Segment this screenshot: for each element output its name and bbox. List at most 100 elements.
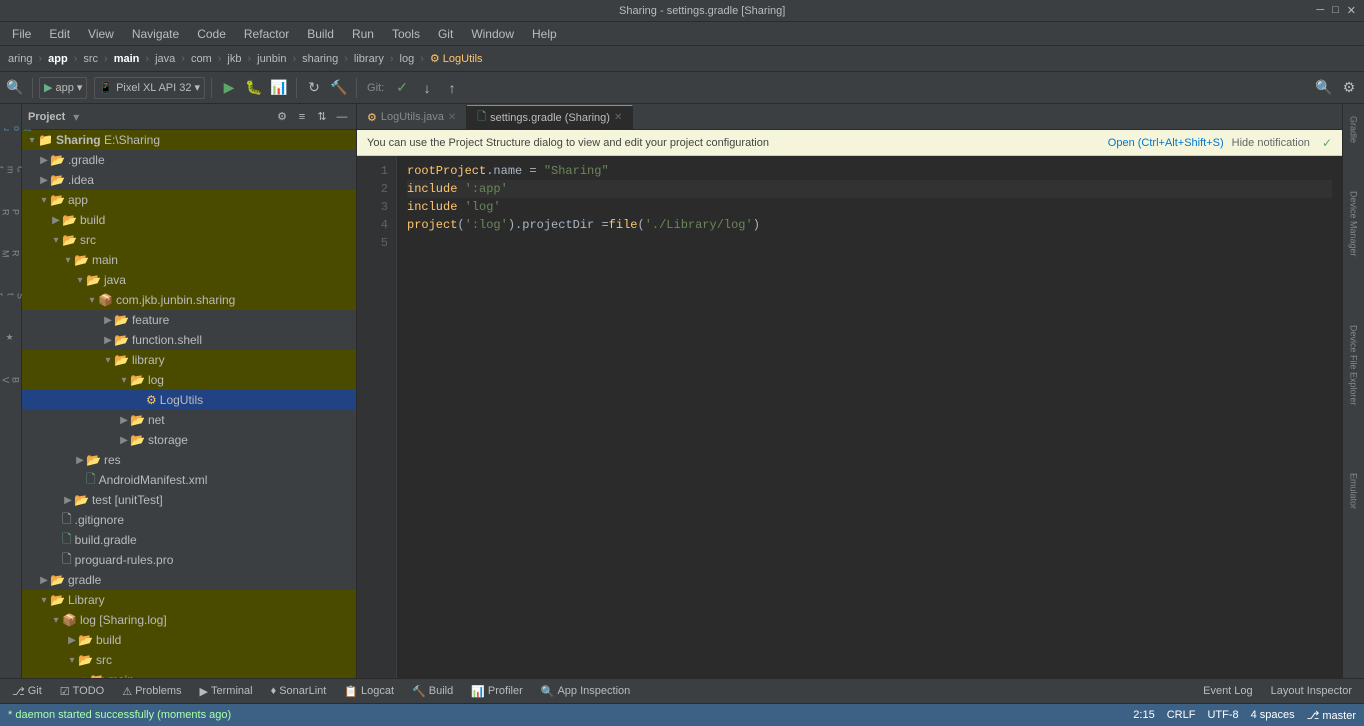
tree-item-build-gradle[interactable]: 🗋 build.gradle: [22, 530, 356, 550]
right-icon-device-manager[interactable]: Device Manager: [1345, 183, 1363, 265]
nav-jkb[interactable]: jkb: [223, 52, 245, 66]
left-icon-project[interactable]: Proj: [1, 108, 21, 148]
tree-item-gradle[interactable]: ▶ 📂 .gradle: [22, 150, 356, 170]
git-pull-button[interactable]: ↓: [416, 77, 438, 99]
indent-setting[interactable]: 4 spaces: [1251, 709, 1295, 721]
tree-item-log[interactable]: ▾ 📂 log: [22, 370, 356, 390]
bottom-btn-sonarlint[interactable]: ♦ SonarLint: [263, 683, 335, 699]
sidebar-expand-btn[interactable]: ⇅: [314, 109, 330, 125]
tree-item-proguard[interactable]: 🗋 proguard-rules.pro: [22, 550, 356, 570]
left-icon-structure[interactable]: Str: [1, 276, 21, 316]
menu-build[interactable]: Build: [299, 25, 342, 43]
tree-item-src[interactable]: ▾ 📂 src: [22, 230, 356, 250]
menu-view[interactable]: View: [80, 25, 122, 43]
tab-close-settings[interactable]: ✕: [614, 112, 622, 123]
cursor-position[interactable]: 2:15: [1133, 709, 1154, 721]
tree-item-build[interactable]: ▶ 📂 build: [22, 210, 356, 230]
tree-item-java[interactable]: ▾ 📂 java: [22, 270, 356, 290]
run-config-dropdown[interactable]: ▶ app ▾: [39, 77, 87, 99]
tree-item-storage[interactable]: ▶ 📂 storage: [22, 430, 356, 450]
tree-item-feature[interactable]: ▶ 📂 feature: [22, 310, 356, 330]
bottom-btn-eventlog[interactable]: Event Log: [1195, 683, 1261, 699]
menu-file[interactable]: File: [4, 25, 39, 43]
tree-item-logutils[interactable]: ⚙ LogUtils: [22, 390, 356, 410]
menu-refactor[interactable]: Refactor: [236, 25, 297, 43]
nav-main[interactable]: main: [110, 52, 144, 66]
sync-button[interactable]: ↻: [303, 77, 325, 99]
menu-code[interactable]: Code: [189, 25, 234, 43]
git-check-button[interactable]: ✓: [391, 77, 413, 99]
search-everywhere-btn[interactable]: 🔍: [1313, 77, 1335, 99]
toolbar-search-btn[interactable]: 🔍: [4, 77, 26, 99]
git-branch[interactable]: ⎇ master: [1307, 709, 1356, 722]
bottom-btn-profiler[interactable]: 📊 Profiler: [463, 683, 531, 700]
maximize-button[interactable]: □: [1332, 4, 1339, 17]
tree-item-gitignore[interactable]: 🗋 .gitignore: [22, 510, 356, 530]
code-editor[interactable]: 1 2 3 4 5 rootProject.name = "Sharing" i…: [357, 156, 1342, 678]
tree-item-idea[interactable]: ▶ 📂 .idea: [22, 170, 356, 190]
tree-item-main2[interactable]: ▾ 📂 main: [22, 670, 356, 678]
bottom-btn-appinspection[interactable]: 🔍 App Inspection: [533, 683, 638, 700]
profile-button[interactable]: 📊: [268, 77, 290, 99]
tree-item-gradle-root[interactable]: ▶ 📂 gradle: [22, 570, 356, 590]
settings-btn[interactable]: ⚙: [1338, 77, 1360, 99]
sidebar-close-btn[interactable]: —: [334, 109, 350, 125]
tree-item-function-shell[interactable]: ▶ 📂 function.shell: [22, 330, 356, 350]
tree-item-src2[interactable]: ▾ 📂 src: [22, 650, 356, 670]
menu-tools[interactable]: Tools: [384, 25, 428, 43]
debug-button[interactable]: 🐛: [243, 77, 265, 99]
left-icon-resource[interactable]: RM: [1, 234, 21, 274]
encoding[interactable]: UTF-8: [1207, 709, 1238, 721]
bottom-btn-terminal[interactable]: ▶ Terminal: [192, 683, 261, 700]
notification-hide-btn[interactable]: Hide notification: [1232, 137, 1310, 149]
menu-help[interactable]: Help: [524, 25, 565, 43]
left-icon-favorites[interactable]: ★: [1, 318, 21, 358]
tree-item-test[interactable]: ▶ 📂 test [unitTest]: [22, 490, 356, 510]
git-push-button[interactable]: ↑: [441, 77, 463, 99]
menu-window[interactable]: Window: [463, 25, 522, 43]
bottom-btn-problems[interactable]: ⚠ Problems: [114, 683, 189, 700]
tree-item-app[interactable]: ▾ 📂 app: [22, 190, 356, 210]
tree-item-build2[interactable]: ▶ 📂 build: [22, 630, 356, 650]
menu-git[interactable]: Git: [430, 25, 461, 43]
menu-edit[interactable]: Edit: [41, 25, 78, 43]
tree-item-sharing[interactable]: ▾ 📁 Sharing E:\Sharing: [22, 130, 356, 150]
tree-item-com-jkb[interactable]: ▾ 📦 com.jkb.junbin.sharing: [22, 290, 356, 310]
nav-com[interactable]: com: [187, 52, 216, 66]
nav-logutils[interactable]: ⚙ LogUtils: [426, 51, 487, 66]
nav-sharing[interactable]: aring: [4, 52, 36, 66]
bottom-btn-todo[interactable]: ☑ TODO: [52, 683, 112, 700]
tree-item-manifest[interactable]: 🗋 AndroidManifest.xml: [22, 470, 356, 490]
nav-sharing2[interactable]: sharing: [298, 52, 342, 66]
menu-run[interactable]: Run: [344, 25, 382, 43]
left-icon-pullrequests[interactable]: PR: [1, 192, 21, 232]
bottom-btn-layoutinspector[interactable]: Layout Inspector: [1263, 683, 1360, 699]
nav-junbin[interactable]: junbin: [253, 52, 290, 66]
nav-java[interactable]: java: [151, 52, 179, 66]
bottom-btn-build[interactable]: 🔨 Build: [404, 683, 461, 700]
right-icon-device-file-explorer[interactable]: Device File Explorer: [1345, 317, 1363, 414]
nav-library[interactable]: library: [350, 52, 388, 66]
nav-app[interactable]: app: [44, 52, 72, 66]
sidebar-settings-btn[interactable]: ⚙: [274, 109, 290, 125]
left-icon-variants[interactable]: BV: [1, 360, 21, 400]
device-dropdown[interactable]: 📱 Pixel XL API 32 ▾: [94, 77, 205, 99]
tab-logutils[interactable]: ⚙ LogUtils.java ✕: [357, 105, 467, 129]
line-ending[interactable]: CRLF: [1167, 709, 1196, 721]
close-button[interactable]: ✕: [1347, 4, 1356, 17]
build-button[interactable]: 🔨: [328, 77, 350, 99]
tree-item-Library[interactable]: ▾ 📂 Library: [22, 590, 356, 610]
tree-item-log-sharing[interactable]: ▾ 📦 log [Sharing.log]: [22, 610, 356, 630]
sidebar-collapse-btn[interactable]: ≡: [294, 109, 310, 125]
code-content[interactable]: rootProject.name = "Sharing" include ':a…: [397, 156, 1342, 678]
minimize-button[interactable]: ─: [1316, 4, 1324, 17]
right-icon-gradle[interactable]: Gradle: [1345, 108, 1363, 151]
tab-close-logutils[interactable]: ✕: [448, 112, 456, 123]
tree-item-main[interactable]: ▾ 📂 main: [22, 250, 356, 270]
nav-src[interactable]: src: [79, 52, 102, 66]
tree-item-library[interactable]: ▾ 📂 library: [22, 350, 356, 370]
tab-settings-gradle[interactable]: 🗋 settings.gradle (Sharing) ✕: [467, 105, 633, 129]
tree-item-res[interactable]: ▶ 📂 res: [22, 450, 356, 470]
bottom-btn-git[interactable]: ⎇ Git: [4, 683, 50, 700]
nav-log[interactable]: log: [396, 52, 419, 66]
